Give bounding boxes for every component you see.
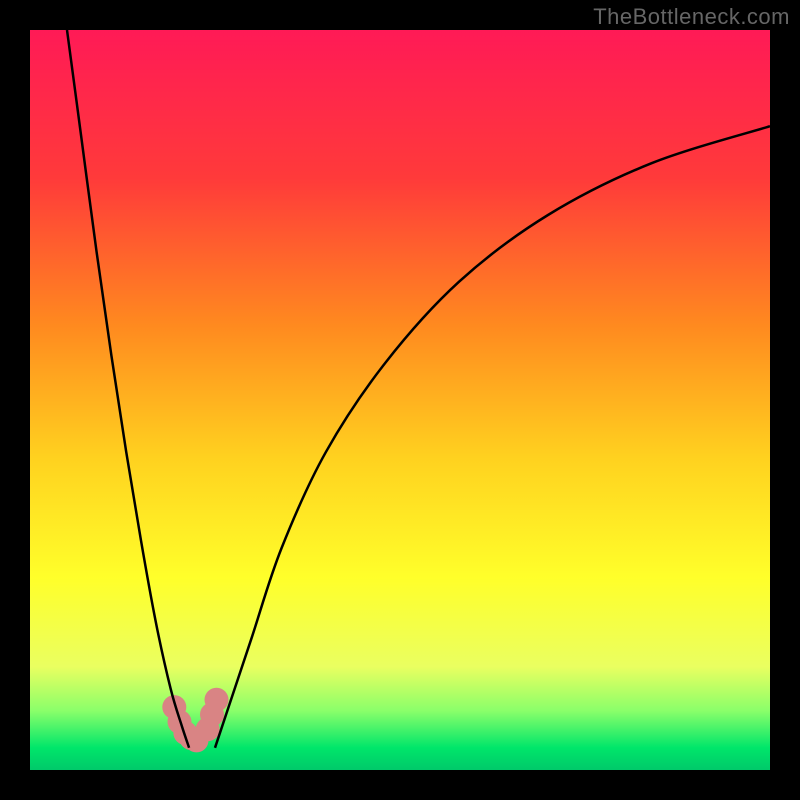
marker-dot (205, 688, 229, 712)
curves-layer (30, 30, 770, 770)
left-curve (67, 30, 189, 748)
plot-area (30, 30, 770, 770)
watermark-text: TheBottleneck.com (593, 4, 790, 30)
right-curve (215, 126, 770, 748)
chart-frame: TheBottleneck.com (0, 0, 800, 800)
